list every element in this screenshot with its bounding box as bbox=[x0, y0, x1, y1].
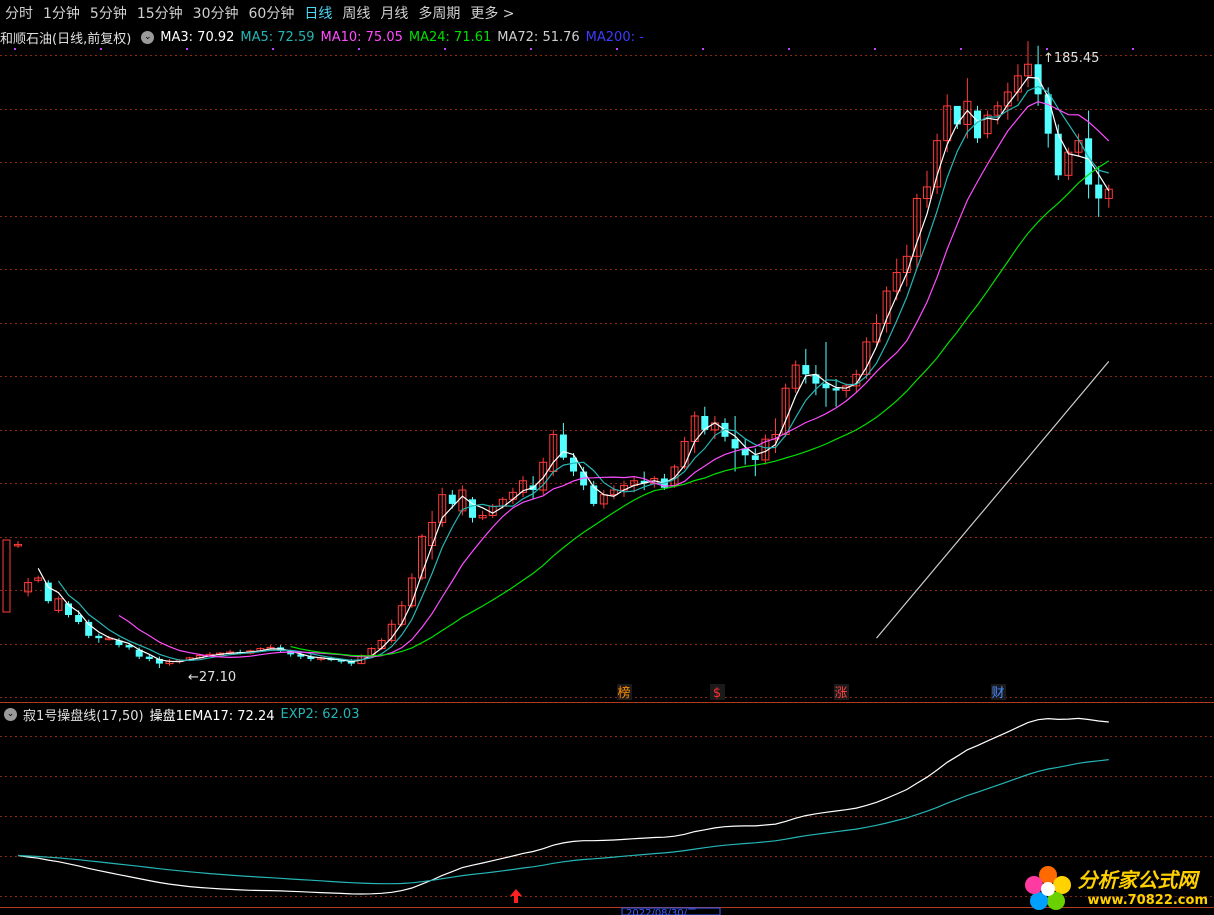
dot-mark bbox=[960, 48, 962, 50]
logo-url: www.70822.com bbox=[1087, 893, 1209, 908]
event-marker: 财 bbox=[991, 686, 1004, 701]
period-tab-7[interactable]: 周线 bbox=[337, 3, 375, 23]
ma-legend-item: MA24: 71.61 bbox=[408, 29, 492, 45]
period-tab-9[interactable]: 多周期 bbox=[413, 3, 465, 23]
dot-mark bbox=[616, 48, 618, 50]
event-marker: $ bbox=[713, 686, 721, 701]
ma-legend-item: MA5: 72.59 bbox=[240, 29, 315, 45]
flower-logo-icon bbox=[1024, 866, 1071, 910]
chevron-down-icon[interactable]: ⌄ bbox=[141, 30, 155, 44]
exp2-line bbox=[17, 759, 1109, 885]
ma-legend-item: MA10: 75.05 bbox=[320, 29, 403, 45]
indicator-legend-bar: ⌄ 寂1号操盘线(17,50) 操盘1EMA17: 72.24 EXP2: 62.… bbox=[0, 704, 365, 724]
candle-body-down bbox=[448, 494, 456, 504]
ema17-line bbox=[17, 717, 1109, 895]
period-tab-1[interactable]: 1分钟 bbox=[38, 3, 85, 23]
candle-body-down bbox=[1085, 138, 1093, 185]
ma-legend-item: MA3: 70.92 bbox=[160, 29, 235, 45]
candle-body-down bbox=[953, 105, 961, 125]
indicator-legend-item: 操盘1EMA17: 72.24 bbox=[149, 708, 275, 724]
ma3-line bbox=[37, 76, 1110, 663]
dot-mark bbox=[358, 48, 360, 50]
dot-mark bbox=[1132, 48, 1134, 50]
candle-body-down bbox=[95, 635, 103, 639]
chevron-down-icon[interactable]: ⌄ bbox=[4, 707, 17, 721]
logo-name: 分析家公式网 bbox=[1077, 868, 1198, 892]
buy-arrow-icon bbox=[510, 889, 522, 903]
candle-body-down bbox=[75, 615, 83, 622]
period-tab-6[interactable]: 日线 bbox=[299, 3, 337, 23]
event-marker: 榜 bbox=[617, 685, 630, 701]
event-marker: 涨 bbox=[834, 686, 847, 701]
candle-body-down bbox=[751, 455, 759, 460]
candle-body-down bbox=[44, 582, 52, 602]
ma-legend-item: MA200: - bbox=[585, 29, 644, 45]
indicator-legend-item: EXP2: 62.03 bbox=[280, 706, 360, 722]
dot-mark bbox=[100, 48, 102, 50]
dot-mark bbox=[444, 48, 446, 50]
period-tab-4[interactable]: 30分钟 bbox=[188, 3, 244, 23]
candle-body-down bbox=[822, 383, 830, 389]
date-cursor-label: 2022/08/30/二 bbox=[626, 908, 697, 915]
period-tab-0[interactable]: 分时 bbox=[0, 3, 38, 23]
ma72-line bbox=[876, 361, 1110, 639]
period-tab-10[interactable]: 更多 > bbox=[465, 3, 519, 23]
low-price-label: ←27.10 bbox=[188, 670, 236, 685]
period-tab-3[interactable]: 15分钟 bbox=[132, 3, 188, 23]
ma-legend-bar: 和顺石油(日线,前复权) ⌄ MA3: 70.92 MA5: 72.59 MA10:… bbox=[0, 27, 650, 47]
ma10-line bbox=[118, 101, 1110, 659]
candle-body-down bbox=[145, 656, 153, 659]
candle-body-down bbox=[832, 388, 840, 391]
dot-mark bbox=[788, 48, 790, 50]
ma5-line bbox=[57, 85, 1109, 662]
period-tab-5[interactable]: 60分钟 bbox=[244, 3, 300, 23]
candle-body-down bbox=[802, 365, 810, 375]
dot-mark bbox=[272, 48, 274, 50]
candle-body-up bbox=[2, 539, 11, 613]
stock-title: 和顺石油(日线,前复权) bbox=[0, 31, 132, 47]
candle-body-down bbox=[1044, 94, 1052, 134]
indicator-title: 寂1号操盘线(17,50) bbox=[23, 708, 144, 724]
dot-mark bbox=[702, 48, 704, 50]
period-tab-8[interactable]: 月线 bbox=[375, 3, 413, 23]
dot-mark bbox=[530, 48, 532, 50]
high-price-label: ↑185.45 bbox=[1043, 51, 1099, 66]
kline-chart[interactable]: ↑185.45 ←27.10 榜 $ 涨 财 2022/08/30/二 bbox=[0, 0, 1214, 915]
dot-mark bbox=[186, 48, 188, 50]
period-tab-2[interactable]: 5分钟 bbox=[85, 3, 132, 23]
candle-body-down bbox=[1095, 184, 1103, 199]
dot-mark bbox=[1046, 48, 1048, 50]
candle-body-down bbox=[731, 439, 739, 449]
period-toolbar: 分时 1分钟 5分钟 15分钟 30分钟 60分钟 日线 周线 月线 多周期 更多 > bbox=[0, 0, 1214, 26]
ma-legend-item: MA72: 51.76 bbox=[497, 29, 580, 45]
dot-mark bbox=[14, 48, 16, 50]
ma24-line bbox=[290, 160, 1110, 657]
site-logo: 分析家公式网 www.70822.com bbox=[1018, 861, 1209, 911]
dot-mark bbox=[874, 48, 876, 50]
